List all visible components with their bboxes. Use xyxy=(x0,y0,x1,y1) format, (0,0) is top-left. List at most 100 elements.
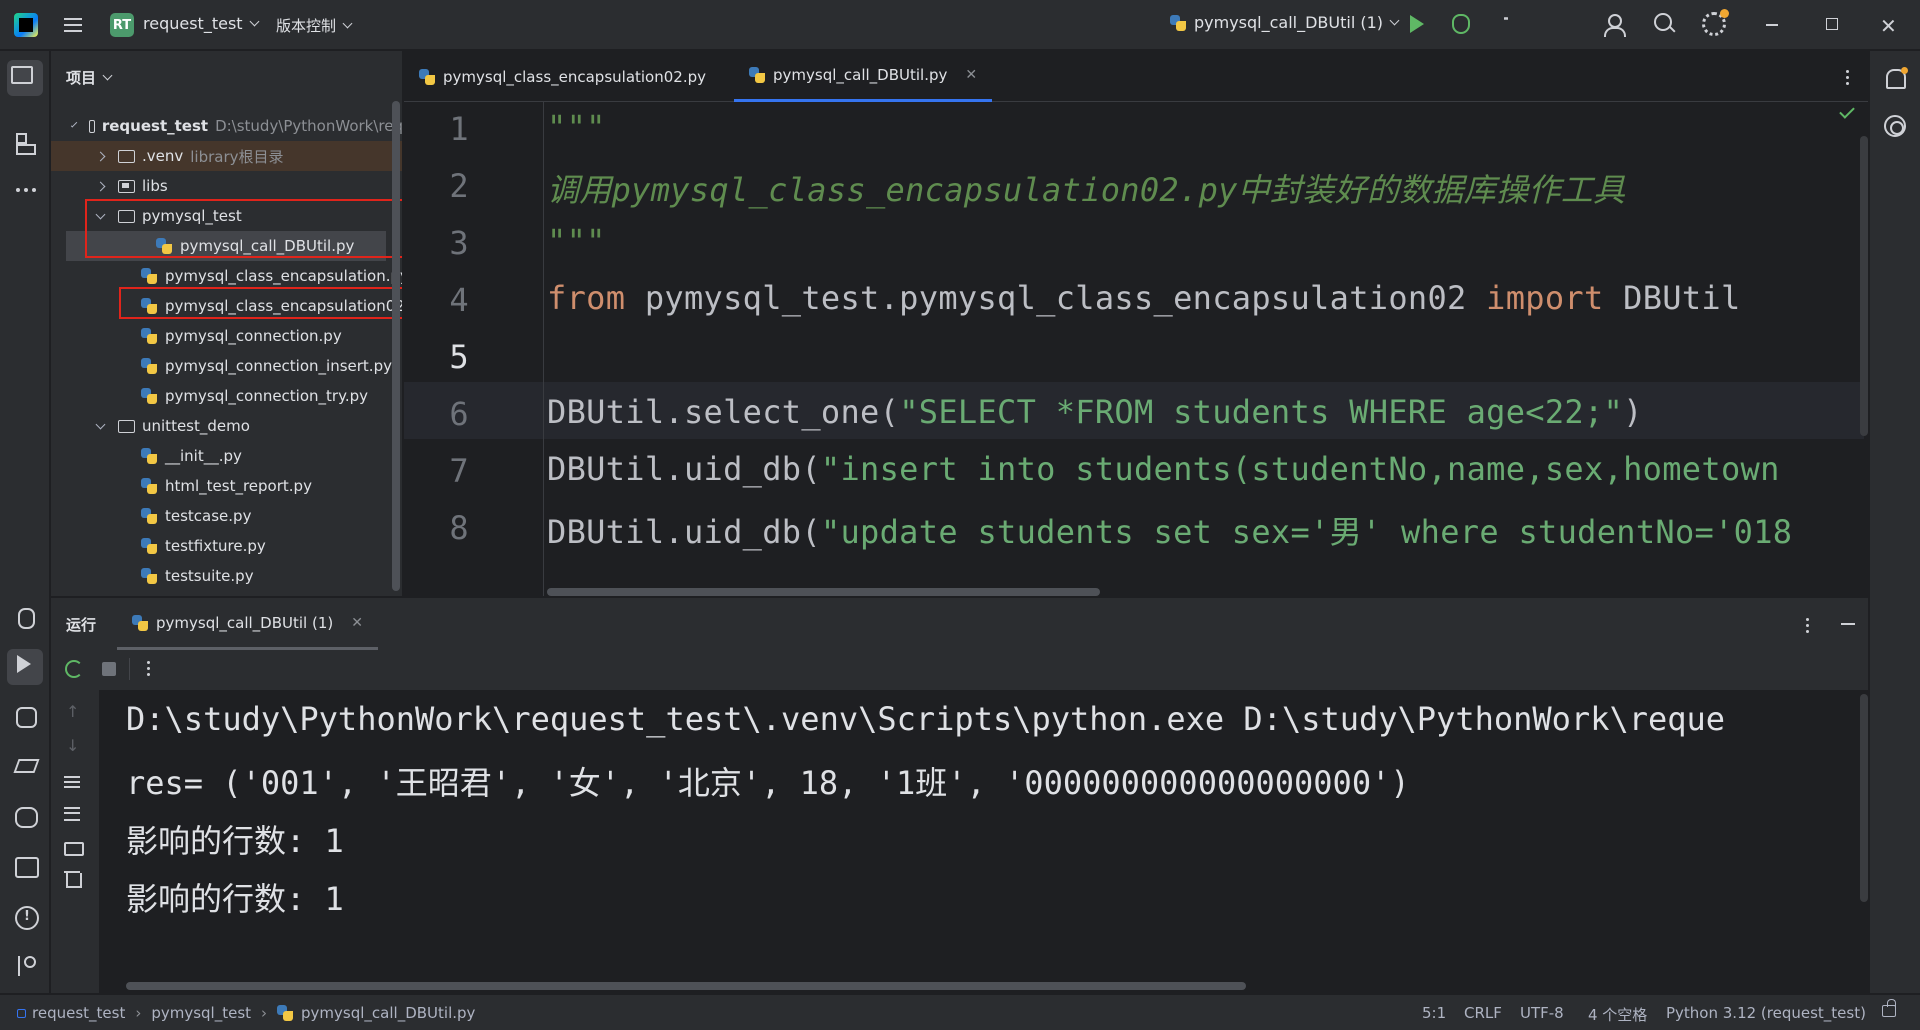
no-problems-check-icon[interactable] xyxy=(1839,103,1855,119)
run-play-icon[interactable] xyxy=(1410,15,1424,33)
code-line-1[interactable]: """ xyxy=(547,108,606,146)
tree-root-path: D:\study\PythonWork\req xyxy=(215,117,403,135)
editor-horizontal-scrollbar[interactable] xyxy=(547,588,1100,596)
window-maximize-icon[interactable] xyxy=(1826,18,1838,30)
more-run-actions-icon[interactable] xyxy=(147,658,151,679)
scroll-to-end-icon[interactable] xyxy=(64,806,82,822)
window-close-icon[interactable]: ✕ xyxy=(1880,14,1897,38)
code-line-2[interactable]: 调用pymysql_class_encapsulation02.py中封装好的数… xyxy=(547,165,1625,211)
scroll-down-icon[interactable] xyxy=(64,736,82,756)
close-icon[interactable]: ✕ xyxy=(351,615,363,631)
run-options-icon[interactable] xyxy=(1806,615,1810,636)
project-selector[interactable]: request_test xyxy=(143,14,259,33)
breadcrumb-item[interactable]: pymysql_test xyxy=(151,1004,251,1022)
left-tool-stripe xyxy=(0,51,50,993)
tab-class-encapsulation02[interactable]: pymysql_class_encapsulation02.py xyxy=(419,51,706,102)
soft-wrap-icon[interactable] xyxy=(64,774,82,790)
problems-icon[interactable] xyxy=(12,903,39,930)
notifications-bell-icon[interactable] xyxy=(1884,67,1908,91)
tree-item-label: pymysql_connection_insert.py xyxy=(165,357,392,375)
terminal-icon[interactable] xyxy=(12,853,39,879)
services-icon[interactable] xyxy=(12,803,38,829)
code-line-7[interactable]: DBUtil.uid_db("insert into students(stud… xyxy=(547,450,1780,488)
python-interpreter[interactable]: Python 3.12 (request_test) xyxy=(1666,1004,1866,1022)
indent-setting[interactable]: 4 个空格 xyxy=(1588,1004,1647,1025)
keyword-import: import xyxy=(1486,279,1604,317)
run-tab[interactable]: pymysql_call_DBUtil (1) ✕ xyxy=(117,598,378,650)
tree-row-html-test-report[interactable]: html_test_report.py xyxy=(51,471,402,501)
window-minimize-icon[interactable] xyxy=(1766,24,1778,26)
file-encoding[interactable]: UTF-8 xyxy=(1520,1004,1564,1022)
project-panel-header[interactable]: 项目 xyxy=(66,67,113,88)
python-file-icon xyxy=(141,388,157,404)
add-user-icon[interactable] xyxy=(1604,13,1628,37)
line-ending[interactable]: CRLF xyxy=(1464,1004,1502,1022)
tree-item-label: libs xyxy=(142,177,168,195)
title-bar: RT request_test 版本控制 pymysql_call_DBUtil… xyxy=(0,0,1920,50)
vcs-menu[interactable]: 版本控制 xyxy=(276,15,353,36)
main-menu-icon[interactable] xyxy=(62,14,84,36)
breadcrumb-item[interactable]: request_test xyxy=(32,1004,125,1022)
chevron-right-icon: › xyxy=(261,1004,268,1022)
library-folder-icon xyxy=(118,179,135,193)
tree-row-venv[interactable]: .venv library根目录 xyxy=(51,141,402,171)
tree-row-root[interactable]: request_test D:\study\PythonWork\req xyxy=(51,111,403,141)
rerun-icon[interactable] xyxy=(65,660,83,678)
project-badge[interactable]: RT xyxy=(110,13,134,37)
tree-row-testsuite[interactable]: testsuite.py xyxy=(51,561,402,591)
debug-tool-icon[interactable] xyxy=(12,604,38,630)
minimize-panel-icon[interactable] xyxy=(1841,623,1855,625)
keyword-from: from xyxy=(547,279,626,317)
console-vertical-scrollbar[interactable] xyxy=(1860,694,1868,902)
run-config-selector[interactable]: pymysql_call_DBUtil (1) xyxy=(1170,13,1400,32)
right-tool-stripe xyxy=(1869,51,1920,993)
code-line-4[interactable]: from pymysql_test.pymysql_class_encapsul… xyxy=(547,279,1741,317)
tree-row-connection-try[interactable]: pymysql_connection_try.py xyxy=(51,381,402,411)
chevron-right-icon: › xyxy=(135,1004,142,1022)
run-tool-icon[interactable] xyxy=(7,649,43,685)
tree-row-init[interactable]: __init__.py xyxy=(51,441,402,471)
lock-icon[interactable] xyxy=(1882,999,1896,1017)
python-console-icon[interactable] xyxy=(12,703,38,729)
tree-row-connection-insert[interactable]: pymysql_connection_insert.py xyxy=(51,351,402,381)
tree-row-testfixture[interactable]: testfixture.py xyxy=(51,531,402,561)
code-line-3[interactable]: """ xyxy=(547,222,606,260)
tree-row-libs[interactable]: libs xyxy=(51,171,402,201)
folder-icon xyxy=(118,149,135,163)
tabs-more-icon[interactable] xyxy=(1846,67,1850,88)
chevron-right-icon[interactable] xyxy=(95,151,106,161)
breadcrumb-item[interactable]: pymysql_call_DBUtil.py xyxy=(301,1004,475,1022)
python-file-icon xyxy=(141,328,157,344)
chevron-right-icon[interactable] xyxy=(95,181,106,191)
structure-icon[interactable] xyxy=(12,130,38,156)
clear-trash-icon[interactable] xyxy=(64,870,82,888)
tree-row-testcase[interactable]: testcase.py xyxy=(51,501,402,531)
code-line-6[interactable]: DBUtil.select_one("SELECT *FROM students… xyxy=(547,393,1643,431)
close-icon[interactable]: ✕ xyxy=(965,67,977,83)
print-icon[interactable] xyxy=(64,838,84,856)
settings-gear-icon[interactable] xyxy=(1702,9,1729,36)
ai-assistant-icon[interactable] xyxy=(1884,115,1906,137)
project-folder-icon[interactable] xyxy=(7,60,43,96)
code-line-8[interactable]: DBUtil.uid_db("update students set sex='… xyxy=(547,507,1792,553)
git-branch-icon[interactable] xyxy=(12,953,38,979)
line-number: 5 xyxy=(449,338,469,376)
stop-icon[interactable] xyxy=(102,662,116,676)
tab-call-dbutil[interactable]: pymysql_call_DBUtil.py ✕ xyxy=(734,51,993,102)
project-scrollbar[interactable] xyxy=(392,101,400,591)
toolbar-separator xyxy=(129,658,130,680)
caret-position[interactable]: 5:1 xyxy=(1422,1004,1446,1022)
tree-row-connection[interactable]: pymysql_connection.py xyxy=(51,321,402,351)
tree-row-unittest-demo[interactable]: unittest_demo xyxy=(51,411,402,441)
chevron-down-icon[interactable] xyxy=(70,120,78,128)
console-horizontal-scrollbar[interactable] xyxy=(126,982,1246,990)
python-packages-icon[interactable] xyxy=(12,753,38,779)
scroll-up-icon[interactable] xyxy=(64,702,82,722)
search-icon[interactable] xyxy=(1654,13,1676,35)
more-actions-icon[interactable] xyxy=(1504,14,1508,23)
debug-bug-icon[interactable] xyxy=(1452,14,1470,34)
tree-item-label: pymysql_class_encapsulation.py xyxy=(165,267,403,285)
more-tools-icon[interactable] xyxy=(12,177,38,203)
chevron-down-icon[interactable] xyxy=(95,419,106,429)
editor-vertical-scrollbar[interactable] xyxy=(1860,136,1868,436)
